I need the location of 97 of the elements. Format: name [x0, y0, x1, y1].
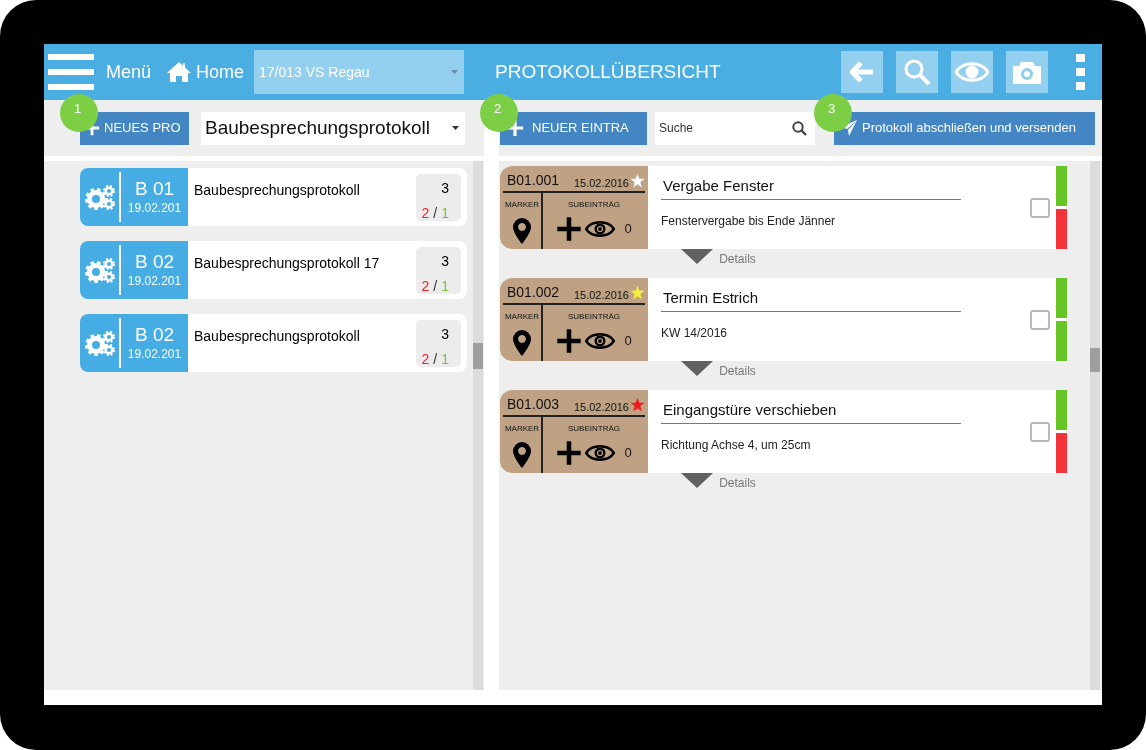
open-count: 2 [421, 204, 430, 223]
total-count: 3 [441, 179, 449, 198]
protocol-date: 19.02.201 [127, 346, 182, 362]
expand-triangle-icon[interactable] [681, 473, 714, 488]
done-count: 1 [441, 350, 449, 369]
count-separator: / [433, 350, 438, 369]
entry-title: Eingangstüre verschieben [661, 399, 961, 424]
search-button[interactable] [896, 51, 938, 93]
checkbox[interactable] [1030, 421, 1050, 442]
back-arrow-icon [850, 61, 874, 83]
protocol-code: B 02 [134, 251, 175, 273]
home-link[interactable]: Home [196, 58, 244, 86]
entry-description: KW 14/2016 [661, 324, 729, 342]
marker-label: MARKER [504, 423, 540, 435]
details-link[interactable]: Details [719, 249, 756, 268]
scrollbar[interactable] [473, 161, 483, 690]
new-entry-button[interactable]: NEUER EINTRA [500, 111, 647, 145]
protocol-card[interactable]: B 01 19.02.201 Baubesprechungsprotokoll 3 2 / 1 [80, 168, 467, 226]
protocol-date: 19.02.201 [127, 273, 182, 289]
protocol-title: Baubesprechungsprotokoll [194, 328, 360, 344]
subentry-count: 0 [624, 220, 632, 239]
count-separator: / [433, 277, 438, 296]
protocol-code: B 02 [134, 324, 175, 346]
checkbox[interactable] [1030, 309, 1050, 330]
menu-label[interactable]: Menü [106, 58, 152, 86]
open-count: 2 [421, 277, 430, 296]
plus-icon [556, 216, 583, 242]
plus-icon [506, 119, 524, 137]
protocol-title: Baubesprechungsprotokoll [194, 182, 360, 198]
eye-icon [955, 61, 989, 83]
entry-card[interactable]: B01.002 15.02.2016 MARKER SUBEINTRÄG 0 Termin Estrich KW 14/2016 [500, 278, 1067, 361]
star-icon[interactable] [630, 397, 645, 412]
protocol-date: 19.02.201 [127, 200, 182, 216]
map-pin-icon [512, 329, 532, 357]
more-options-icon[interactable] [1076, 54, 1085, 90]
marker-label: MARKER [504, 311, 540, 323]
entry-date: 15.02.2016 [573, 399, 629, 415]
map-pin-icon [512, 441, 532, 469]
done-count: 1 [441, 204, 449, 223]
entry-title: Vergabe Fenster [661, 175, 961, 200]
scrollbar[interactable] [1090, 161, 1100, 690]
details-link[interactable]: Details [719, 473, 756, 492]
home-icon [166, 61, 192, 83]
count-separator: / [433, 204, 438, 223]
caret-icon [451, 70, 458, 74]
protocol-card[interactable]: B 02 19.02.201 Baubesprechungsprotokoll 3 2 / 1 [80, 314, 467, 372]
camera-button[interactable] [1006, 51, 1048, 93]
gears-icon [84, 256, 115, 284]
send-protocol-button[interactable]: Protokoll abschließen und versenden [834, 111, 1095, 145]
protocol-code: B 01 [134, 178, 175, 200]
done-count: 1 [441, 277, 449, 296]
open-count: 2 [421, 350, 430, 369]
caret-icon [452, 126, 459, 130]
entry-title: Termin Estrich [661, 287, 961, 312]
plus-icon [556, 440, 583, 466]
total-count: 3 [441, 325, 449, 344]
details-link[interactable]: Details [719, 361, 756, 380]
entry-card[interactable]: B01.003 15.02.2016 MARKER SUBEINTRÄG 0 Eingangstüre verschieben Richtung Achse 4, um 25cm [500, 390, 1067, 473]
search-icon [903, 58, 931, 86]
star-icon[interactable] [630, 285, 645, 300]
protocol-type-select[interactable]: Baubesprechungsprotokoll [201, 111, 465, 145]
entry-date: 15.02.2016 [573, 287, 629, 303]
page-title: PROTOKOLLÜBERSICHT [495, 59, 722, 84]
back-button[interactable] [841, 51, 883, 93]
plus-icon [556, 328, 583, 354]
entry-description: Fenstervergabe bis Ende Jänner [661, 212, 837, 230]
entry-code: B01.002 [507, 283, 560, 302]
subentry-count: 0 [624, 444, 632, 463]
entry-code: B01.001 [507, 171, 560, 190]
protocol-card[interactable]: B 02 19.02.201 Baubesprechungsprotokoll 17 3 2 / 1 [80, 241, 467, 299]
entry-code: B01.003 [507, 395, 560, 414]
gears-icon [84, 329, 115, 357]
camera-icon [1011, 59, 1043, 85]
expand-triangle-icon[interactable] [681, 249, 714, 264]
marker-label: MARKER [504, 199, 540, 211]
eye-icon [585, 220, 616, 238]
entry-date: 15.02.2016 [573, 175, 629, 191]
subentries-label: SUBEINTRÄG [568, 311, 620, 323]
star-icon[interactable] [630, 173, 645, 188]
subentry-count: 0 [624, 332, 632, 351]
entry-description: Richtung Achse 4, um 25cm [661, 436, 812, 454]
gears-icon [84, 183, 115, 211]
view-button[interactable] [951, 51, 993, 93]
map-pin-icon [512, 217, 532, 245]
eye-icon [585, 444, 616, 462]
total-count: 3 [441, 252, 449, 271]
subentries-label: SUBEINTRÄG [568, 199, 620, 211]
search-field[interactable]: Suche [655, 111, 815, 145]
new-protocol-button[interactable]: NEUES PRO [80, 111, 189, 145]
eye-icon [585, 332, 616, 350]
search-icon [792, 120, 807, 136]
protocol-title: Baubesprechungsprotokoll 17 [194, 255, 380, 271]
subentries-label: SUBEINTRÄG [568, 423, 620, 435]
expand-triangle-icon[interactable] [681, 361, 714, 376]
checkbox[interactable] [1030, 197, 1050, 218]
entry-card[interactable]: B01.001 15.02.2016 MARKER SUBEINTRÄG 0 Vergabe Fenster Fenstervergabe bis Ende Jänner [500, 166, 1067, 249]
menu-icon[interactable] [48, 52, 94, 92]
